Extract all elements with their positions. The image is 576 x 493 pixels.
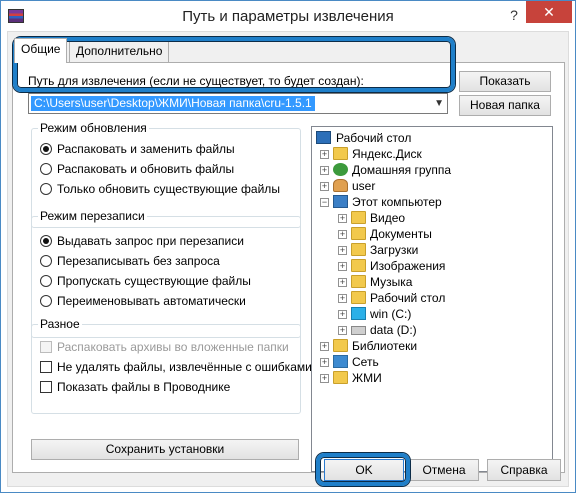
chevron-down-icon[interactable]: ▼ (434, 98, 444, 109)
checkbox-label: Распаковать архивы во вложенные папки (57, 340, 289, 354)
tree-item-label: Документы (370, 227, 432, 241)
tree-item-label: Рабочий стол (370, 291, 446, 305)
user-folder-icon (333, 179, 348, 192)
expand-icon[interactable]: + (320, 358, 329, 367)
overwrite-mode-title: Режим перезаписи (38, 209, 147, 223)
update-mode-title: Режим обновления (38, 121, 149, 135)
cancel-button[interactable]: Отмена (409, 459, 479, 481)
new-folder-button[interactable]: Новая папка (459, 95, 551, 116)
ok-button[interactable]: OK (324, 459, 404, 481)
expand-icon[interactable]: + (320, 182, 329, 191)
network-icon (333, 355, 348, 368)
dialog-body: Общие Дополнительно Путь для извлечения … (7, 31, 569, 487)
title-bar: Путь и параметры извлечения ? ✕ (1, 1, 575, 31)
tree-item-label: user (352, 179, 376, 193)
misc-title: Разное (38, 317, 82, 331)
windows-drive-icon (351, 307, 366, 320)
general-tab-panel: Путь для извлечения (если не существует,… (12, 62, 565, 473)
checkbox-label: Не удалять файлы, извлечённые с ошибками (57, 360, 312, 374)
extraction-path-value[interactable]: C:\Users\user\Desktop\ЖМИ\Новая папка\cr… (31, 96, 315, 111)
tree-item-label: Музыка (370, 275, 413, 289)
radio-button[interactable] (40, 163, 52, 175)
checkbox[interactable] (40, 361, 52, 373)
tree-item-label: Этот компьютер (352, 195, 442, 209)
folder-icon (351, 243, 366, 256)
expand-icon[interactable]: + (338, 246, 347, 255)
expand-icon[interactable]: + (338, 326, 347, 335)
close-window-button[interactable]: ✕ (526, 1, 572, 23)
extraction-dialog: Путь и параметры извлечения ? ✕ Общие До… (0, 0, 576, 493)
expand-icon[interactable]: + (320, 166, 329, 175)
tree-item-label: Изображения (370, 259, 446, 273)
tree-item-label: Сеть (352, 355, 379, 369)
radio-label: Распаковать и заменить файлы (57, 142, 235, 156)
tab-advanced[interactable]: Дополнительно (69, 40, 170, 62)
tree-item-label: data (D:) (370, 323, 417, 337)
folder-icon (351, 275, 366, 288)
radio-label: Переименовывать автоматически (57, 294, 246, 308)
tree-item-label: Загрузки (370, 243, 419, 257)
tree-item-label: win (C:) (370, 307, 412, 321)
radio-button[interactable] (40, 255, 52, 267)
expand-icon[interactable]: + (338, 278, 347, 287)
tree-item-label: Библиотеки (352, 339, 418, 353)
expand-icon[interactable]: + (320, 150, 329, 159)
drive-icon (351, 326, 366, 335)
tree-item-label: Рабочий стол (336, 131, 412, 145)
radio-button[interactable] (40, 235, 52, 247)
folder-icon (351, 227, 366, 240)
misc-group: Разное Распаковать архивы во вложенные п… (31, 317, 312, 414)
radio-button[interactable] (40, 275, 52, 287)
expand-icon[interactable]: + (338, 294, 347, 303)
tree-item-label: Яндекс.Диск (352, 147, 422, 161)
homegroup-icon (333, 163, 348, 176)
help-title-button[interactable]: ? (503, 5, 525, 25)
radio-button[interactable] (40, 143, 52, 155)
radio-label: Распаковать и обновить файлы (57, 162, 235, 176)
expand-icon[interactable]: + (320, 374, 329, 383)
radio-label: Выдавать запрос при перезаписи (57, 234, 244, 248)
folder-tree[interactable]: Рабочий стол + Яндекс.Диск + Домашняя гр… (311, 126, 553, 472)
expand-icon[interactable]: + (338, 262, 347, 271)
folder-icon (351, 259, 366, 272)
expand-icon[interactable]: + (338, 230, 347, 239)
extraction-path-label: Путь для извлечения (если не существует,… (28, 74, 364, 88)
tree-item-label: Домашняя группа (352, 163, 452, 177)
radio-label: Перезаписывать без запроса (57, 254, 220, 268)
expand-icon[interactable]: + (338, 214, 347, 223)
show-button[interactable]: Показать (459, 71, 551, 92)
folder-icon (351, 211, 366, 224)
expand-icon[interactable]: + (320, 342, 329, 351)
tree-item-label: ЖМИ (352, 371, 382, 385)
save-settings-button[interactable]: Сохранить установки (31, 439, 299, 460)
folder-icon (333, 147, 348, 160)
radio-label: Только обновить существующие файлы (57, 182, 280, 196)
collapse-icon[interactable]: − (320, 198, 329, 207)
checkbox-label: Показать файлы в Проводнике (57, 380, 231, 394)
expand-icon[interactable]: + (338, 310, 347, 319)
libraries-icon (333, 339, 348, 352)
checkbox[interactable] (40, 381, 52, 393)
folder-icon (351, 291, 366, 304)
desktop-icon (316, 131, 331, 144)
folder-icon (333, 371, 348, 384)
tree-item-label: Видео (370, 211, 406, 225)
checkbox[interactable] (40, 341, 52, 353)
tab-general[interactable]: Общие (14, 38, 68, 63)
computer-icon (333, 195, 348, 208)
window-title: Путь и параметры извлечения (182, 8, 394, 25)
radio-button[interactable] (40, 295, 52, 307)
radio-label: Пропускать существующие файлы (57, 274, 251, 288)
help-button[interactable]: Справка (487, 459, 561, 481)
extraction-path-combobox[interactable]: C:\Users\user\Desktop\ЖМИ\Новая папка\cr… (28, 93, 448, 114)
radio-button[interactable] (40, 183, 52, 195)
